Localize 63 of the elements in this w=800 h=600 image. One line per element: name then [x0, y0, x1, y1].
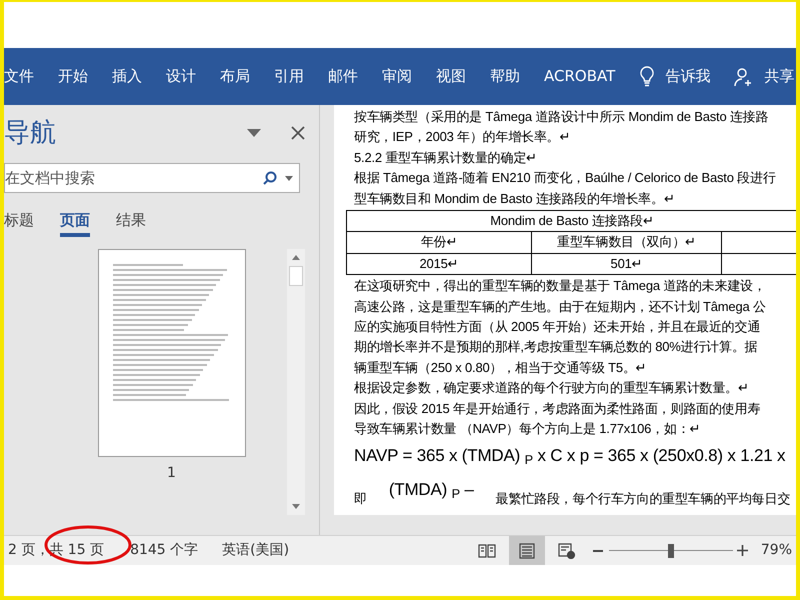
formula-term: (TMDA) $_{P}$ –: [388, 480, 474, 503]
plus-icon: [736, 545, 748, 556]
minus-icon: [592, 550, 603, 552]
ribbon-tab[interactable]: 文件: [4, 65, 34, 88]
ribbon-tab[interactable]: 告诉我: [639, 65, 710, 88]
search-icon[interactable]: [263, 171, 277, 185]
body-text: 高速公路，这是重型车辆的产生地。由于在短期内，还不计划 Tâmega 公: [354, 298, 766, 316]
pane-tab[interactable]: 页面: [60, 207, 90, 237]
body-text: 根据 Tâmega 道路-随着 EN210 而变化，Baúlhe / Celorico de Basto 段进行: [354, 169, 776, 188]
body-text: 导致车辆累计数量 （NAVP）每个方向上是 1.77x106，如：↵: [354, 420, 700, 438]
zoom-level[interactable]: 79%: [760, 540, 792, 561]
table-cell: Mondim de Basto 连接路段↵: [346, 210, 796, 232]
ribbon-tab[interactable]: 布局: [220, 65, 250, 88]
dropdown-icon[interactable]: [247, 129, 261, 137]
scroll-down-icon[interactable]: [292, 504, 300, 509]
lightbulb-icon: [639, 66, 656, 88]
dropdown-icon[interactable]: [285, 176, 293, 180]
print-view-button[interactable]: [508, 536, 545, 566]
scroll-thumb[interactable]: [289, 266, 303, 286]
book-icon: [478, 542, 496, 558]
ribbon-tab[interactable]: 插入: [112, 65, 142, 88]
web-page-icon: [558, 542, 576, 558]
ribbon-tab[interactable]: 帮助: [490, 65, 520, 88]
scroll-up-icon[interactable]: [292, 255, 300, 260]
search-field[interactable]: 在文档中搜索: [4, 163, 300, 193]
ribbon-tab[interactable]: 审阅: [382, 65, 412, 88]
language[interactable]: 英语(美国): [222, 540, 290, 561]
body-text: 因此，假设 2015 年是开始通行，考虑路面为柔性路面，则路面的使用寿: [354, 400, 760, 418]
body-text: 在这项研究中，得出的重型车辆的数量是基于 Tâmega 道路的未来建设，: [354, 277, 766, 296]
ribbon-tab[interactable]: 引用: [274, 65, 304, 88]
search-input[interactable]: 在文档中搜索: [5, 166, 263, 190]
page-lines-icon: [518, 542, 536, 558]
table-cell: 年份↵: [346, 232, 532, 254]
body-text: 期的增长率并不是预期的那样,考虑按重型车辆总数的 80%进行计算。据: [354, 338, 758, 356]
body-text: 按车辆类型（采用的是 Tâmega 道路设计中所示 Mondim de Basto 连接路: [354, 108, 768, 126]
body-text: 即: [354, 490, 367, 508]
body-text: 根据设定参数，确定要求道路的每个行驶方向的重型车辆累计数量。↵: [354, 379, 749, 398]
ribbon-tab[interactable]: 开始: [58, 65, 88, 88]
body-text: 应的实施项目特性方面（从 2005 年开始）还未开始，并且在最近的交通: [354, 318, 760, 336]
body-text: 最繁忙路段，每个行车方向的重型车辆的平均每日交: [496, 490, 790, 508]
pane-title: 导航: [4, 116, 57, 150]
zoom-slider[interactable]: [608, 544, 733, 558]
word-count[interactable]: 8145 个字: [130, 540, 198, 561]
table-cell: 重型车辆数目（双向）↵: [532, 232, 722, 254]
page-thumbnail[interactable]: [98, 249, 246, 457]
body-text: 型车辆数目和 Mondim de Basto 连接路段的年增长率。↵: [354, 190, 675, 208]
table-cell: 501↵: [532, 253, 722, 275]
close-icon[interactable]: [291, 126, 305, 140]
pane-tab[interactable]: 标题: [4, 207, 34, 237]
thumbnail-page-number: 1: [167, 464, 176, 483]
ribbon-tab[interactable]: 共享: [734, 65, 794, 88]
ribbon-tab[interactable]: ACROBAT: [544, 65, 616, 88]
table-cell: 2015↵: [346, 253, 532, 275]
ribbon-tab[interactable]: 设计: [166, 65, 196, 88]
scrollbar[interactable]: [287, 249, 305, 515]
pane-tab[interactable]: 结果: [116, 207, 146, 237]
body-text: 辆重型车辆（250 x 0.80），相当于交通等级 T5。↵: [354, 358, 646, 377]
formula: NAVP = 365 x (TMDA) $_{P}$ x C x p = 365 x (250x0.8) x 1.21 x: [354, 446, 786, 469]
body-text: 5.2.2 重型车辆累计数量的确定↵: [354, 148, 537, 167]
zoom-in-button[interactable]: [736, 544, 749, 556]
ribbon-tab[interactable]: 邮件: [328, 65, 358, 88]
body-text: 研究，IEP，2003 年）的年增长率。↵: [354, 128, 570, 146]
ribbon-tab[interactable]: 视图: [436, 65, 466, 88]
